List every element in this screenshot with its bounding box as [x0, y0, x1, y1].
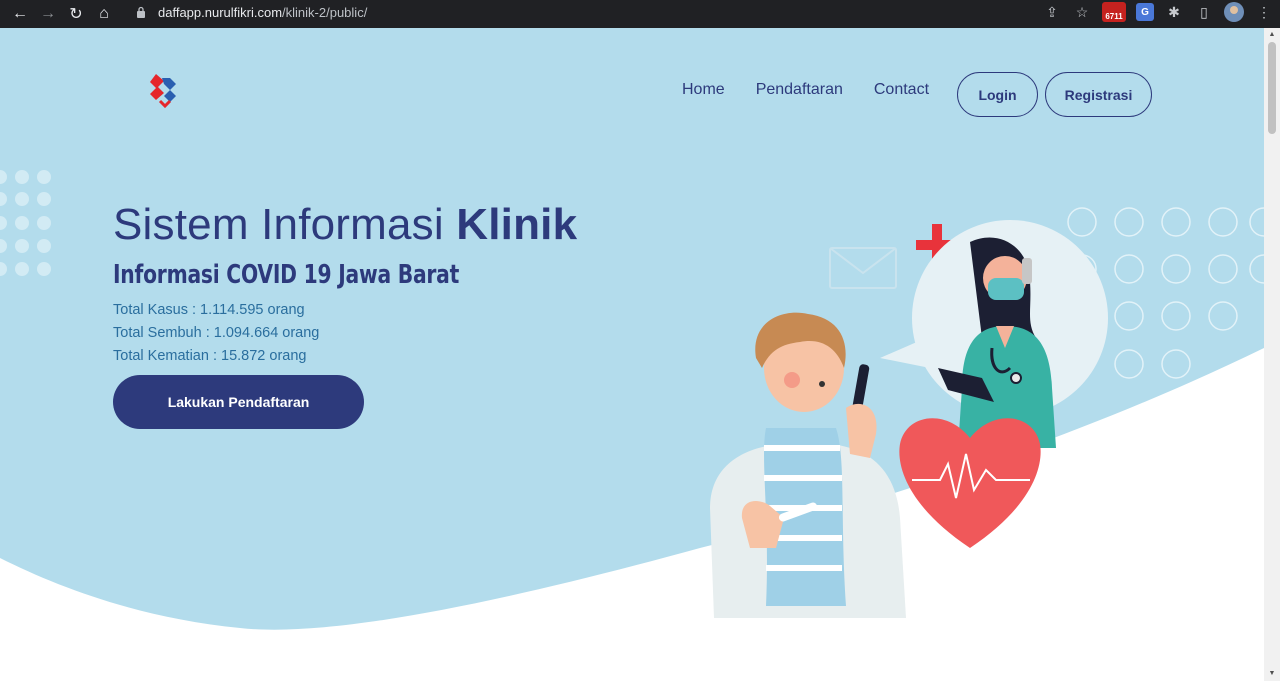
- lock-icon: [134, 5, 148, 19]
- stat-total-cases: Total Kasus : 1.114.595 orang: [113, 302, 305, 318]
- page-scrollbar[interactable]: ▲ ▼: [1264, 28, 1280, 681]
- browser-toolbar: ← → ↻ ⌂ daffapp.nurulfikri.com/klinik-2/…: [0, 0, 1280, 28]
- address-bar[interactable]: daffapp.nurulfikri.com/klinik-2/public/: [134, 0, 1014, 24]
- page-viewport: Home Pendaftaran Contact Login Registras…: [0, 28, 1264, 681]
- nav-home[interactable]: Home: [682, 81, 725, 99]
- share-icon[interactable]: ⇪: [1042, 2, 1062, 22]
- page-title: Sistem Informasi Klinik: [113, 200, 577, 250]
- url-host: daffapp.nurulfikri.com: [158, 4, 283, 20]
- nav-contact[interactable]: Contact: [874, 81, 929, 99]
- hero-illustration: [710, 220, 1108, 618]
- translate-extension-icon[interactable]: G: [1136, 3, 1154, 21]
- login-button[interactable]: Login: [957, 72, 1038, 117]
- scroll-up-icon[interactable]: ▲: [1268, 31, 1276, 39]
- register-cta-button[interactable]: Lakukan Pendaftaran: [113, 375, 364, 429]
- nav-pendaftaran[interactable]: Pendaftaran: [756, 81, 843, 99]
- mail-extension-icon[interactable]: 6711: [1102, 2, 1126, 22]
- title-light: Sistem Informasi: [113, 200, 457, 249]
- mail-badge-count: 6711: [1105, 12, 1123, 21]
- covid-subtitle: Informasi COVID 19 Jawa Barat: [113, 260, 460, 290]
- extensions-puzzle-icon[interactable]: ✱: [1164, 2, 1184, 22]
- main-nav: Home Pendaftaran Contact: [682, 81, 929, 99]
- forward-icon[interactable]: →: [34, 0, 62, 28]
- title-bold: Klinik: [456, 200, 578, 249]
- stat-total-recovered: Total Sembuh : 1.094.664 orang: [113, 325, 320, 341]
- home-icon[interactable]: ⌂: [90, 0, 118, 28]
- side-panel-icon[interactable]: ▯: [1194, 2, 1214, 22]
- profile-avatar[interactable]: [1224, 2, 1244, 22]
- scroll-thumb[interactable]: [1268, 42, 1276, 134]
- register-button[interactable]: Registrasi: [1045, 72, 1152, 117]
- clinic-logo[interactable]: [144, 68, 186, 110]
- stat-total-deaths: Total Kematian : 15.872 orang: [113, 348, 307, 364]
- back-icon[interactable]: ←: [6, 0, 34, 28]
- url-path: /klinik-2/public/: [282, 4, 368, 20]
- bookmark-star-icon[interactable]: ☆: [1072, 2, 1092, 22]
- scroll-down-icon[interactable]: ▼: [1268, 670, 1276, 678]
- reload-icon[interactable]: ↻: [62, 0, 90, 28]
- patient-figure: [710, 312, 906, 618]
- envelope-icon: [829, 247, 897, 289]
- menu-kebab-icon[interactable]: ⋮: [1254, 2, 1274, 22]
